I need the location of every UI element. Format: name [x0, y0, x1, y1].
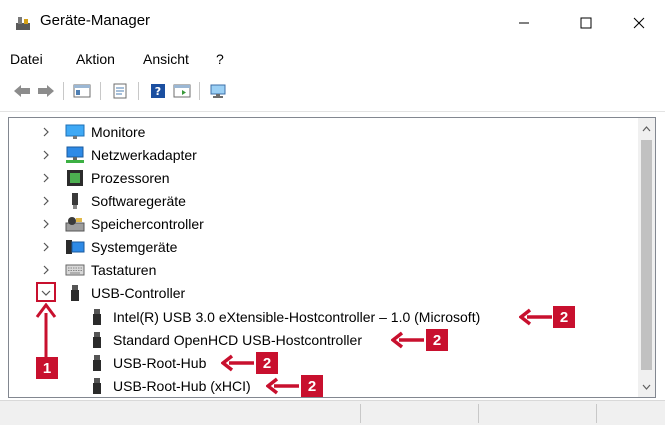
annotation-arrow-up: [35, 303, 57, 357]
processor-icon: [65, 169, 85, 187]
tree-item-label: Prozessoren: [91, 169, 170, 186]
tree-item-label: Systemgeräte: [91, 238, 178, 255]
tree-item-label: USB-Controller: [91, 284, 186, 301]
close-button[interactable]: [613, 0, 665, 46]
chevron-right-icon[interactable]: [39, 263, 53, 277]
tree-item-label: Intel(R) USB 3.0 eXtensible-Hostcontroll…: [113, 308, 481, 325]
annotation-badge-1: 1: [36, 357, 58, 379]
annotation-badge-2: 2: [301, 375, 323, 397]
help-icon[interactable]: ?: [146, 80, 170, 102]
back-button[interactable]: [10, 80, 34, 102]
tree-item-netzwerkadapter[interactable]: Netzwerkadapter: [39, 143, 197, 166]
annotation-arrow-left: [391, 331, 424, 349]
usb-icon: [87, 331, 107, 349]
tree-item-label: Netzwerkadapter: [91, 146, 197, 163]
scrollbar-thumb[interactable]: [641, 140, 652, 370]
tree-item-usb-device[interactable]: USB-Root-Hub: [87, 351, 206, 374]
monitor-icon: [65, 123, 85, 141]
keyboard-icon: [65, 261, 85, 279]
chevron-right-icon[interactable]: [39, 194, 53, 208]
status-bar: [0, 400, 665, 425]
system-device-icon: [65, 238, 85, 256]
svg-text:?: ?: [155, 85, 161, 98]
chevron-right-icon[interactable]: [39, 240, 53, 254]
properties-icon[interactable]: [108, 80, 132, 102]
tree-item-label: Tastaturen: [91, 261, 157, 278]
tree-item-usb-device[interactable]: Standard OpenHCD USB-Hostcontroller: [87, 328, 362, 351]
minimize-button[interactable]: [498, 0, 550, 46]
action-pane-icon[interactable]: [170, 80, 194, 102]
annotation-badge-2: 2: [256, 352, 278, 374]
usb-icon: [87, 377, 107, 395]
chevron-right-icon[interactable]: [39, 217, 53, 231]
tree-item-tastaturen[interactable]: Tastaturen: [39, 258, 156, 281]
annotation-arrow-left: [519, 308, 552, 326]
tree-item-usb-device[interactable]: Intel(R) USB 3.0 eXtensible-Hostcontroll…: [87, 305, 480, 328]
forward-button[interactable]: [34, 80, 58, 102]
tree-item-usb-device[interactable]: USB-Root-Hub (xHCI): [87, 374, 251, 397]
tree-item-label: USB-Root-Hub: [113, 354, 207, 371]
usb-icon: [87, 354, 107, 372]
tree-item-label: Softwaregeräte: [91, 192, 186, 209]
expander-highlight: [36, 282, 56, 302]
maximize-button[interactable]: [560, 0, 612, 46]
annotation-arrow-left: [221, 354, 254, 372]
chevron-right-icon[interactable]: [39, 171, 53, 185]
tree-item-monitore[interactable]: Monitore: [39, 120, 145, 143]
tree-item-label: Monitore: [91, 123, 146, 140]
tree-item-speichercontroller[interactable]: Speichercontroller: [39, 212, 204, 235]
tree-item-label: Speichercontroller: [91, 215, 204, 232]
tree-item-softwaregeraete[interactable]: Softwaregeräte: [39, 189, 186, 212]
device-manager-icon: [14, 14, 32, 32]
usb-icon: [87, 308, 107, 326]
menu-bar: Datei Aktion Ansicht ?: [0, 46, 665, 72]
annotation-arrow-left: [266, 377, 299, 395]
toolbar: ?: [0, 72, 665, 112]
annotation-badge-2: 2: [553, 306, 575, 328]
scroll-up-icon[interactable]: [638, 120, 655, 137]
menu-aktion[interactable]: Aktion: [76, 51, 115, 67]
tree-item-systemgeraete[interactable]: Systemgeräte: [39, 235, 177, 258]
tree-item-label: Standard OpenHCD USB-Hostcontroller: [113, 331, 362, 348]
tree-item-prozessoren[interactable]: Prozessoren: [39, 166, 170, 189]
menu-help[interactable]: ?: [216, 51, 224, 67]
scan-hardware-icon[interactable]: [206, 80, 230, 102]
usb-icon: [65, 284, 85, 302]
title-bar: Geräte-Manager: [0, 0, 665, 46]
window-title: Geräte-Manager: [40, 12, 151, 29]
menu-datei[interactable]: Datei: [10, 51, 43, 67]
tree-item-label: USB-Root-Hub (xHCI): [113, 377, 251, 394]
tree-item-usb-controller[interactable]: USB-Controller: [39, 281, 185, 304]
network-adapter-icon: [65, 146, 85, 164]
annotation-badge-2: 2: [426, 329, 448, 351]
scroll-down-icon[interactable]: [638, 378, 655, 395]
vertical-scrollbar[interactable]: [638, 118, 655, 397]
software-device-icon: [65, 192, 85, 210]
device-tree: Monitore Netzwerkadapter Prozessoren Sof…: [8, 117, 656, 398]
chevron-right-icon[interactable]: [39, 148, 53, 162]
chevron-right-icon[interactable]: [39, 125, 53, 139]
menu-ansicht[interactable]: Ansicht: [143, 51, 189, 67]
console-tree-icon[interactable]: [70, 80, 94, 102]
storage-controller-icon: [65, 215, 85, 233]
